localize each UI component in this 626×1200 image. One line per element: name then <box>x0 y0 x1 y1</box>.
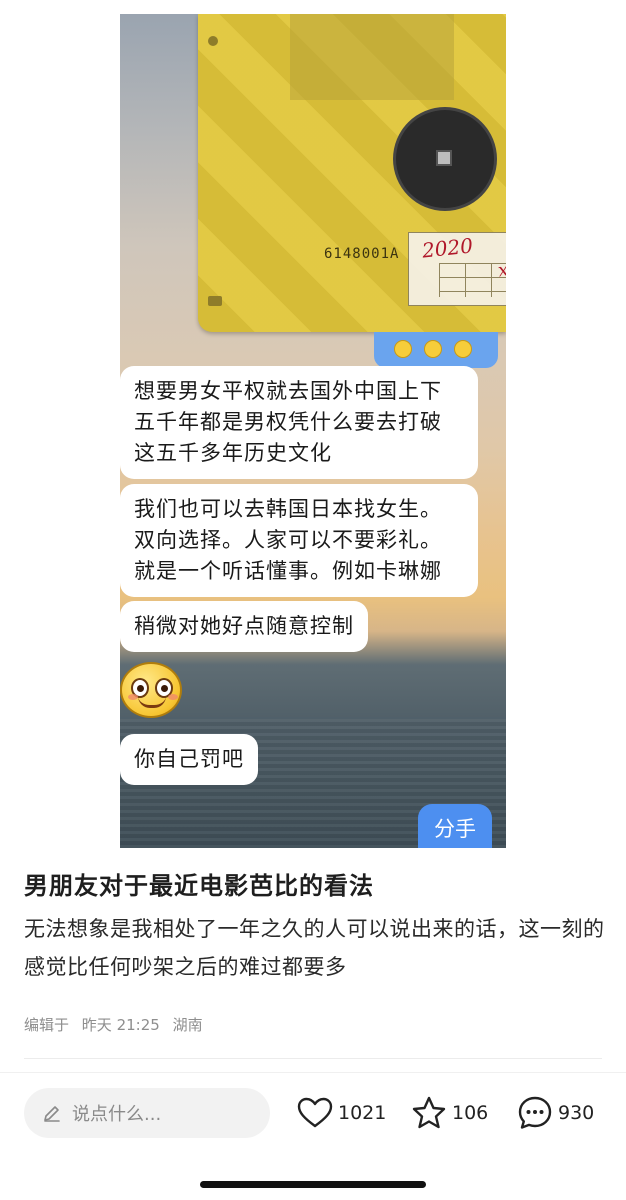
meta-time: 昨天 21:25 <box>81 1016 160 1034</box>
floppy-shutter <box>290 14 454 100</box>
floppy-hole <box>208 296 222 306</box>
chat-bubble-right-partial <box>374 332 498 368</box>
comment-count: 930 <box>558 1102 595 1124</box>
emoji-icon <box>424 340 442 358</box>
comment-button[interactable]: 930 <box>516 1092 594 1134</box>
chat-bubble-left: 你自己罚吧 <box>120 734 258 785</box>
post-title: 男朋友对于最近电影芭比的看法 <box>24 873 374 900</box>
star-icon <box>412 1096 446 1129</box>
chat-bubble-right: 分手 <box>418 804 492 848</box>
floppy-disk-sticker: 6148001A 2020 xvv <box>198 14 506 332</box>
floppy-hub <box>396 110 494 208</box>
collect-count: 106 <box>452 1102 489 1124</box>
meta-edited-label: 编辑于 <box>24 1016 70 1034</box>
collect-button[interactable]: 106 <box>410 1092 488 1134</box>
smiley-emoji-icon <box>120 662 182 718</box>
post-image[interactable]: 6148001A 2020 xvv 想要男女平权就去国外中国上下 五千年都是男权… <box>120 14 506 848</box>
home-indicator[interactable] <box>200 1181 426 1188</box>
chat-bubble-left: 我们也可以去韩国日本找女生。 双向选择。人家可以不要彩礼。 就是一个听话懂事。例… <box>120 484 478 597</box>
pen-icon <box>44 1106 60 1122</box>
divider <box>24 1058 602 1059</box>
floppy-hole <box>208 36 218 46</box>
divider <box>0 1072 626 1073</box>
emoji-icon <box>394 340 412 358</box>
meta-location: 湖南 <box>172 1016 203 1034</box>
emoji-icon <box>454 340 472 358</box>
comment-input[interactable]: 说点什么... <box>24 1088 270 1138</box>
like-count: 1021 <box>338 1102 387 1124</box>
chat-bubble-left: 想要男女平权就去国外中国上下 五千年都是男权凭什么要去打破 这五千多年历史文化 <box>120 366 478 479</box>
floppy-hub-center <box>436 150 452 166</box>
comment-placeholder: 说点什么... <box>72 1104 162 1125</box>
post-meta: 编辑于 昨天 21:25 湖南 <box>24 1014 203 1035</box>
heart-icon <box>297 1097 333 1128</box>
floppy-code: 6148001A <box>324 246 400 262</box>
chat-bubble-left: 稍微对她好点随意控制 <box>120 601 368 652</box>
post-body: 无法想象是我相处了一年之久的人可以说出来的话，这一刻的感觉比任何吵架之后的难过都… <box>24 917 605 979</box>
like-button[interactable]: 1021 <box>296 1092 386 1134</box>
chat-bubble-icon <box>518 1096 552 1129</box>
